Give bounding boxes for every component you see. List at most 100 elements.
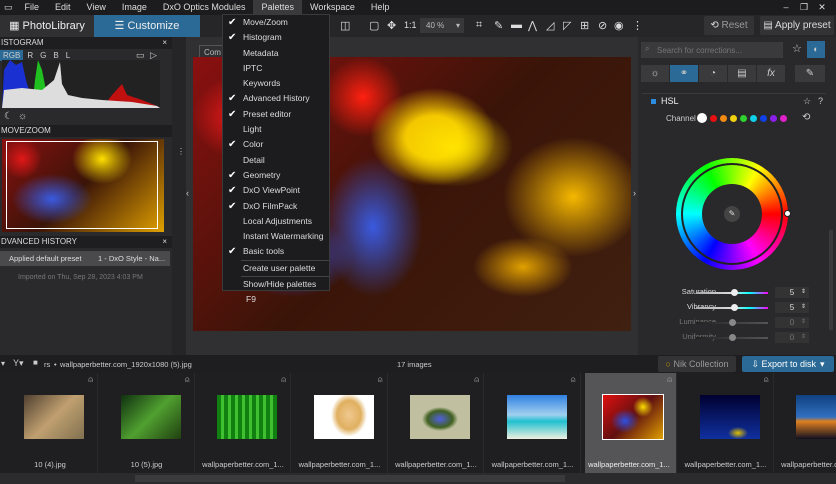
close-button[interactable]: ✕ (814, 0, 830, 15)
hue-handle[interactable] (784, 210, 791, 217)
horizon-icon[interactable]: ▬ (511, 19, 522, 31)
navigator-viewport[interactable] (6, 141, 158, 229)
lock-icon[interactable]: ⍝ (764, 375, 769, 385)
star-icon[interactable]: ☆ (792, 42, 802, 55)
filmstrip-item[interactable]: ⍝ wallpaperbetter.com_1... (585, 373, 677, 473)
local-adjust-icon[interactable]: ⋮ (632, 19, 643, 32)
menu-item-geometry[interactable]: ✔Geometry (223, 168, 329, 183)
tab-color-icon[interactable]: ⚭ (670, 65, 698, 82)
channel-swatch[interactable] (720, 115, 727, 122)
filmstrip-item[interactable]: ⍝ wallpaperbetter.com_1... (682, 373, 774, 473)
menu-item-move-zoom[interactable]: ✔Move/Zoom (223, 15, 329, 30)
chevron-down-icon[interactable]: ▾ (1, 359, 5, 368)
menu-palettes[interactable]: Palettes (253, 0, 302, 15)
lock-icon[interactable]: ⍝ (667, 375, 672, 385)
compare-icon[interactable]: ◫ (340, 19, 350, 32)
slider-track[interactable] (696, 322, 768, 324)
channel-swatch[interactable] (780, 115, 787, 122)
slider-value[interactable]: 5⇕ (775, 287, 809, 298)
filmstrip-item[interactable]: ⍝ wallpaperbetter.com_1... (778, 373, 836, 473)
tab-light-icon[interactable]: ☼ (641, 65, 669, 82)
move-icon[interactable]: ✥ (387, 19, 396, 32)
menu-view[interactable]: View (79, 0, 114, 15)
menu-item-dxo-filmpack[interactable]: ✔DxO FilmPack (223, 199, 329, 214)
menu-item-instant-watermarking[interactable]: Instant Watermarking (223, 229, 329, 244)
menu-edit[interactable]: Edit (47, 0, 79, 15)
slider-value[interactable]: 5⇕ (775, 302, 809, 313)
restore-button[interactable]: ❐ (796, 0, 812, 15)
spinner-icon[interactable]: ⇕ (801, 317, 806, 328)
slider-track[interactable] (696, 307, 768, 309)
lock-icon[interactable]: ⍝ (281, 375, 286, 385)
tab-local-icon[interactable]: ✎ (795, 65, 825, 82)
filmstrip-item[interactable]: ⍝ 10 (5).jpg (103, 373, 195, 473)
channel-swatch[interactable] (750, 115, 757, 122)
filmstrip-scrollbar[interactable] (0, 473, 836, 484)
help-icon[interactable]: ? (818, 96, 823, 106)
slider-knob[interactable] (729, 334, 736, 341)
slider-knob[interactable] (729, 319, 736, 326)
perspective-rect-icon[interactable]: ◿ (546, 19, 554, 32)
menu-item-detail[interactable]: Detail (223, 153, 329, 168)
grid-overlay-icon[interactable]: ⊞ (580, 19, 589, 32)
menu-item-show-hide-palettes[interactable]: Show/Hide palettes F9 (223, 277, 329, 292)
menu-optics-modules[interactable]: DxO Optics Modules (155, 0, 254, 15)
tab-effects-icon[interactable]: fx (757, 65, 785, 82)
moon-icon[interactable]: ☾ (4, 111, 13, 122)
eyedropper-icon[interactable]: ✎ (494, 19, 503, 32)
nik-collection-button[interactable]: ○ Nik Collection (658, 356, 736, 372)
menu-item-metadata[interactable]: Metadata (223, 46, 329, 61)
menu-item-basic-tools[interactable]: ✔Basic tools (223, 244, 329, 259)
scroll-thumb[interactable] (135, 475, 565, 482)
palette-toggle-icon[interactable] (651, 99, 656, 104)
filmstrip-item[interactable]: ⍝ 10 (4).jpg (6, 373, 98, 473)
star-icon[interactable]: ☆ (803, 96, 811, 107)
filmstrip-item[interactable]: ⍝ wallpaperbetter.com_1... (392, 373, 484, 473)
perspective-8pt-icon[interactable]: ◸ (563, 19, 571, 32)
minimize-button[interactable]: – (778, 0, 794, 15)
menu-item-keywords[interactable]: Keywords (223, 76, 329, 91)
menu-item-local-adjustments[interactable]: Local Adjustments (223, 214, 329, 229)
reset-channel-icon[interactable]: ⟲ (802, 112, 810, 123)
menu-workspace[interactable]: Workspace (302, 0, 363, 15)
tab-photolibrary[interactable]: ▦ PhotoLibrary (0, 15, 94, 37)
menu-file[interactable]: File (17, 0, 48, 15)
filmstrip-item[interactable]: ⍝ wallpaperbetter.com_1... (199, 373, 291, 473)
reset-button[interactable]: ⟲ Reset (704, 16, 754, 35)
spinner-icon[interactable]: ⇕ (801, 287, 806, 298)
sun-icon[interactable]: ☼ (18, 111, 27, 122)
spinner-icon[interactable]: ⇕ (801, 302, 806, 313)
apply-preset-button[interactable]: ▤ Apply preset (760, 16, 834, 35)
right-scrollbar[interactable] (829, 230, 833, 330)
lock-icon[interactable]: ⍝ (571, 375, 576, 385)
chevron-down-icon[interactable]: ▾ (820, 359, 825, 369)
slider-track[interactable] (696, 337, 768, 339)
channel-swatch[interactable] (770, 115, 777, 122)
drag-handle-icon[interactable]: ⋮ (177, 147, 185, 156)
fit-icon[interactable]: ▢ (369, 19, 379, 32)
menu-item-histogram[interactable]: ✔Histogram (223, 30, 329, 45)
chevron-left-icon[interactable]: ‹ (186, 188, 189, 198)
toggle-icon[interactable]: ◐ (807, 41, 825, 58)
lock-icon[interactable]: ⍝ (474, 375, 479, 385)
channel-swatch[interactable] (760, 115, 767, 122)
spinner-icon[interactable]: ⇕ (801, 332, 806, 343)
crop-icon[interactable]: ⌗ (476, 19, 482, 32)
chevron-right-icon[interactable]: › (633, 188, 636, 198)
menu-item-dxo-viewpoint[interactable]: ✔DxO ViewPoint (223, 183, 329, 198)
search-corrections-input[interactable] (641, 42, 783, 58)
menu-item-iptc[interactable]: IPTC (223, 61, 329, 76)
lock-icon[interactable]: ⍝ (185, 375, 190, 385)
tab-detail-icon[interactable]: ◔ (699, 65, 727, 82)
menu-item-color[interactable]: ✔Color (223, 137, 329, 152)
eyedropper-icon[interactable]: ✎ (724, 206, 740, 222)
navigator-thumbnail[interactable] (2, 139, 164, 232)
eye-icon[interactable]: ◉ (614, 19, 624, 32)
menu-item-advanced-history[interactable]: ✔Advanced History (223, 91, 329, 106)
close-icon[interactable]: × (162, 37, 167, 49)
menu-item-preset-editor[interactable]: ✔Preset editor (223, 107, 329, 122)
path-folder[interactable]: rs (44, 360, 50, 369)
slider-value[interactable]: 0⇕ (775, 317, 809, 328)
filmstrip-item[interactable]: ⍝ wallpaperbetter.com_1... (489, 373, 581, 473)
lock-icon[interactable]: ⍝ (378, 375, 383, 385)
